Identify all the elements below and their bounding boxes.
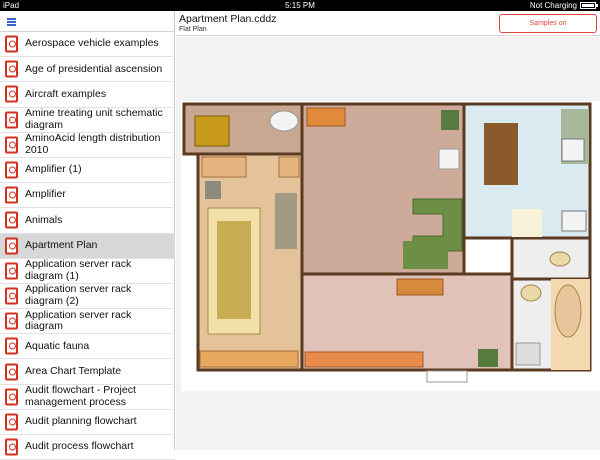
document-icon [5, 363, 18, 381]
document-icon [5, 111, 18, 129]
document-icon [5, 237, 18, 255]
list-item[interactable]: Aircraft examples [0, 82, 175, 108]
document-icon [5, 287, 18, 305]
list-item-label: Amplifier [25, 188, 66, 201]
list-item[interactable]: Amplifier (1) [0, 158, 175, 184]
list-item-label: Audit flowchart - Project management pro… [25, 384, 136, 408]
list-item[interactable]: Amplifier [0, 183, 175, 209]
samples-button[interactable]: Samples on ConceptDraw.com [499, 14, 597, 44]
list-item-label: Application server rack diagram (1) [25, 258, 132, 282]
list-item-label: Application server rack diagram [25, 308, 132, 333]
list-item-label: AminoAcid length distribution 2010 [25, 132, 161, 156]
document-header: Apartment Plan.cddz Flat Plan Samples on… [176, 11, 600, 44]
list-item-label: Amine treating unit schematic diagram [25, 107, 163, 131]
list-item[interactable]: Area Chart Template [0, 359, 175, 385]
charging-label: Not Charging [529, 1, 577, 10]
document-list: Aerospace vehicle examples Age of preside… [0, 32, 175, 460]
list-item-label: Audit process flowchart [25, 440, 134, 453]
document-sidebar: Aerospace vehicle examples Age of preside… [0, 11, 175, 460]
list-item[interactable]: Application server rack diagram (2) [0, 283, 175, 310]
document-icon [5, 413, 18, 431]
list-item-label: Amplifier (1) [25, 163, 82, 176]
list-item[interactable]: Aerospace vehicle examples [0, 32, 175, 58]
list-item[interactable]: Audit process flowchart [0, 435, 175, 460]
document-title: Apartment Plan.cddz [179, 13, 277, 25]
document-icon [5, 186, 18, 204]
list-item-label: Animals [25, 213, 63, 226]
list-item[interactable]: Audit planning flowchart [0, 410, 175, 435]
hamburger-menu-icon[interactable] [7, 18, 16, 26]
list-item[interactable]: Animals [0, 208, 175, 234]
document-icon [5, 337, 18, 355]
document-icon [5, 161, 18, 179]
list-item[interactable]: Age of presidential ascension [0, 57, 175, 83]
list-item[interactable]: Application server rack diagram (1) [0, 259, 175, 284]
document-icon [5, 388, 18, 406]
list-item[interactable]: AminoAcid length distribution 2010 [0, 133, 175, 158]
apartment-floor-plan [181, 101, 600, 391]
list-item-label: Audit planning flowchart [25, 415, 137, 428]
clock: 5:15 PM [285, 1, 315, 10]
list-item[interactable]: Apartment Plan [0, 233, 175, 259]
list-item-label: Apartment Plan [25, 238, 98, 251]
battery-icon [580, 2, 598, 9]
list-item-label: Aircraft examples [25, 87, 107, 100]
document-icon [5, 312, 18, 330]
battery-status: Not Charging [529, 0, 598, 11]
status-bar: iPad 5:15 PM Not Charging [0, 0, 600, 11]
list-item[interactable]: Application server rack diagram [0, 308, 175, 335]
document-icon [5, 60, 18, 78]
sidebar-toolbar [0, 11, 174, 32]
list-item-label: Age of presidential ascension [25, 62, 163, 75]
list-item[interactable]: Aquatic fauna [0, 334, 175, 360]
document-icon [5, 262, 18, 280]
document-icon [5, 85, 18, 103]
list-item-label: Aquatic fauna [25, 339, 90, 352]
document-icon [5, 438, 18, 456]
document-icon [5, 136, 18, 154]
list-item-label: Application server rack diagram (2) [25, 283, 132, 307]
document-icon [5, 35, 18, 53]
list-item-label: Aerospace vehicle examples [25, 37, 159, 50]
document-subtitle: Flat Plan [179, 26, 207, 33]
list-item-label: Area Chart Template [25, 364, 122, 377]
list-item[interactable]: Amine treating unit schematic diagram [0, 107, 175, 133]
document-icon [5, 211, 18, 229]
list-item[interactable]: Audit flowchart - Project management pro… [0, 384, 175, 410]
